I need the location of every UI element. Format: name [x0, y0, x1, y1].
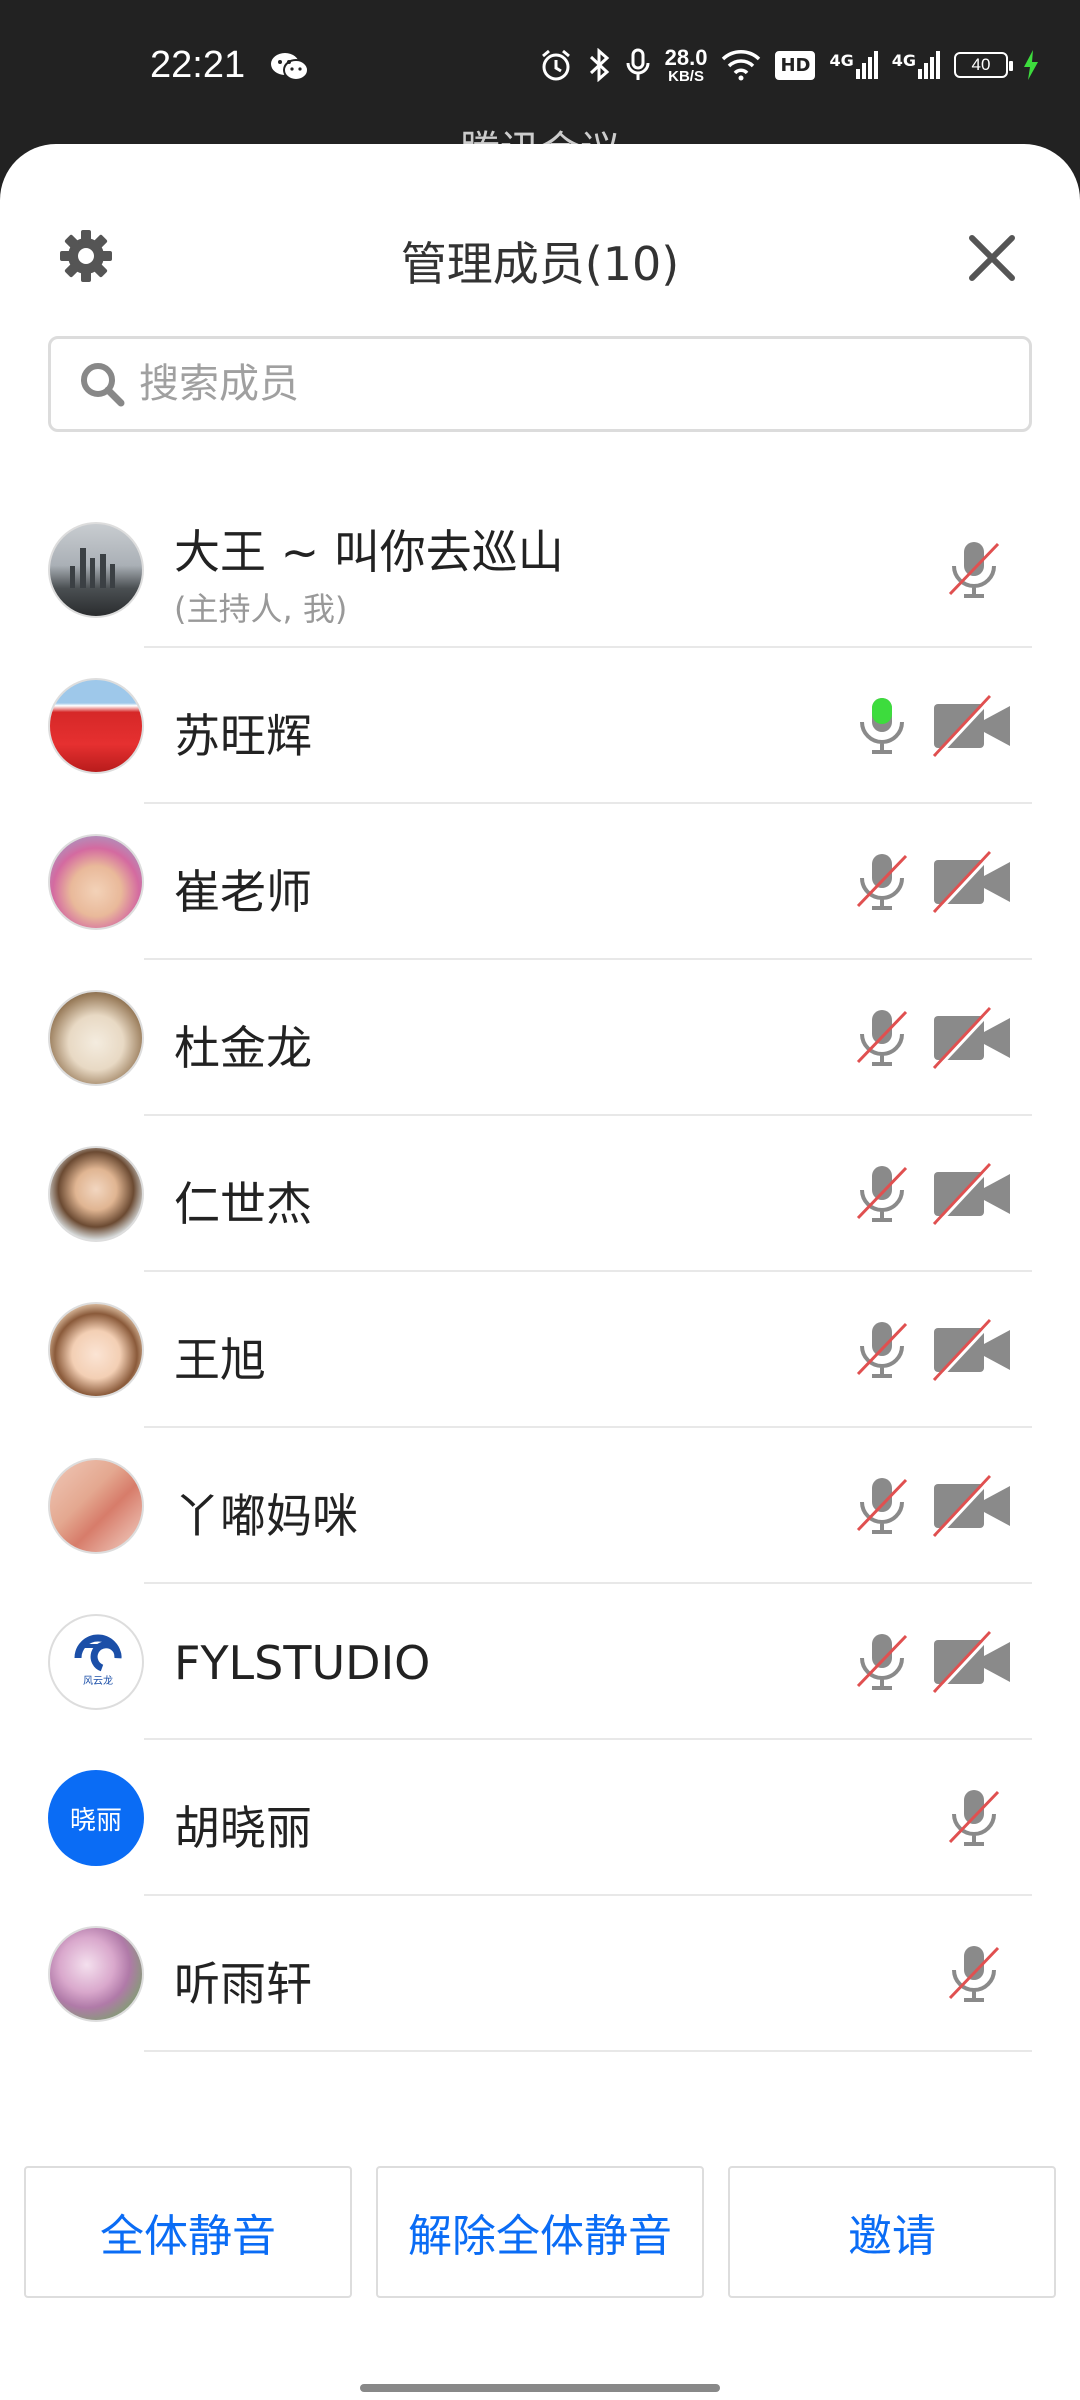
home-indicator[interactable]: [360, 2384, 720, 2392]
hd-icon: HD: [775, 50, 816, 80]
member-name: 苏旺辉: [174, 709, 312, 763]
member-row[interactable]: 王旭: [0, 1272, 1080, 1428]
avatar: [48, 834, 144, 930]
mic-muted-icon[interactable]: [848, 1316, 916, 1384]
action-bar: 全体静音 解除全体静音 邀请: [24, 2166, 1056, 2298]
avatar: [48, 522, 144, 618]
signal-icon: 4G: [829, 51, 878, 79]
member-name: 大王 ~ 叫你去巡山: [174, 525, 564, 579]
fylstudio-logo: 风云龙: [74, 1634, 122, 1687]
member-row[interactable]: 丫嘟妈咪: [0, 1428, 1080, 1584]
mic-muted-icon[interactable]: [940, 1784, 1008, 1852]
member-name: 仁世杰: [174, 1177, 312, 1231]
member-name: FYLSTUDIO: [174, 1636, 431, 1690]
member-row[interactable]: 仁世杰: [0, 1116, 1080, 1272]
camera-off-icon[interactable]: [930, 692, 1014, 760]
avatar-text: 风云龙: [83, 1674, 113, 1687]
unmute-all-button[interactable]: 解除全体静音: [376, 2166, 704, 2298]
search-icon: [81, 363, 125, 407]
mic-muted-icon[interactable]: [848, 848, 916, 916]
mic-muted-icon[interactable]: [848, 1004, 916, 1072]
status-time: 22:21: [150, 44, 246, 86]
avatar: 风云龙: [48, 1614, 144, 1710]
manage-members-sheet: 管理成员(10) 大王 ~ 叫你去巡山 (主持人, 我): [0, 144, 1080, 2400]
sheet-header: 管理成员(10): [0, 144, 1080, 432]
mic-active-icon[interactable]: [848, 692, 916, 760]
camera-off-icon[interactable]: [930, 1160, 1014, 1228]
alarm-icon: [541, 49, 570, 81]
avatar: 晓丽: [48, 1770, 144, 1866]
page-title: 管理成员(10): [400, 237, 680, 291]
avatar: [48, 678, 144, 774]
mic-icon: [626, 48, 650, 80]
bluetooth-icon: [589, 48, 609, 82]
member-row[interactable]: 大王 ~ 叫你去巡山 (主持人, 我): [0, 492, 1080, 648]
net-speed-unit: KB/S: [668, 67, 704, 85]
camera-off-icon[interactable]: [930, 1628, 1014, 1696]
net-speed: 28.0 KB/S: [664, 44, 708, 85]
status-icons: 28.0 KB/S HD 4G 4G 40: [539, 40, 1040, 90]
mic-muted-icon[interactable]: [940, 536, 1008, 604]
search-box[interactable]: [48, 336, 1032, 432]
charging-icon: [1024, 50, 1038, 80]
net-speed-value: 28.0: [664, 44, 708, 70]
member-row[interactable]: 苏旺辉: [0, 648, 1080, 804]
member-name: 丫嘟妈咪: [174, 1489, 358, 1543]
member-list: 大王 ~ 叫你去巡山 (主持人, 我) 苏旺辉 崔老师 杜金龙 仁世杰 王旭 丫…: [0, 492, 1080, 2052]
avatar: [48, 1926, 144, 2022]
avatar: [48, 1302, 144, 1398]
member-name: 杜金龙: [174, 1021, 312, 1075]
mic-muted-icon[interactable]: [848, 1472, 916, 1540]
member-row[interactable]: 晓丽 胡晓丽: [0, 1740, 1080, 1896]
member-row[interactable]: 风云龙 FYLSTUDIO: [0, 1584, 1080, 1740]
camera-off-icon[interactable]: [930, 1004, 1014, 1072]
member-role: (主持人, 我): [174, 590, 348, 628]
mic-muted-icon[interactable]: [940, 1940, 1008, 2008]
signal-icon: 4G: [892, 51, 940, 79]
member-name: 王旭: [174, 1333, 266, 1387]
avatar: [48, 990, 144, 1086]
wechat-icon: [271, 53, 309, 81]
close-icon[interactable]: [962, 228, 1022, 288]
camera-off-icon[interactable]: [930, 1316, 1014, 1384]
battery-icon: 40: [954, 52, 1013, 78]
search-input[interactable]: [139, 361, 959, 407]
mic-muted-icon[interactable]: [848, 1628, 916, 1696]
mute-all-button[interactable]: 全体静音: [24, 2166, 352, 2298]
member-name: 崔老师: [174, 865, 312, 919]
member-name: 听雨轩: [174, 1957, 312, 2011]
member-row[interactable]: 杜金龙: [0, 960, 1080, 1116]
member-row[interactable]: 崔老师: [0, 804, 1080, 960]
wifi-icon: [722, 50, 761, 81]
avatar: [48, 1146, 144, 1242]
member-name: 胡晓丽: [174, 1801, 312, 1855]
status-bar: 22:21 28.0 KB/S HD 4G 4G 40 腾讯会议: [0, 0, 1080, 174]
invite-button[interactable]: 邀请: [728, 2166, 1056, 2298]
member-row[interactable]: 听雨轩: [0, 1896, 1080, 2052]
mic-muted-icon[interactable]: [848, 1160, 916, 1228]
avatar: [48, 1458, 144, 1554]
camera-off-icon[interactable]: [930, 848, 1014, 916]
camera-off-icon[interactable]: [930, 1472, 1014, 1540]
divider: [144, 2050, 1032, 2052]
